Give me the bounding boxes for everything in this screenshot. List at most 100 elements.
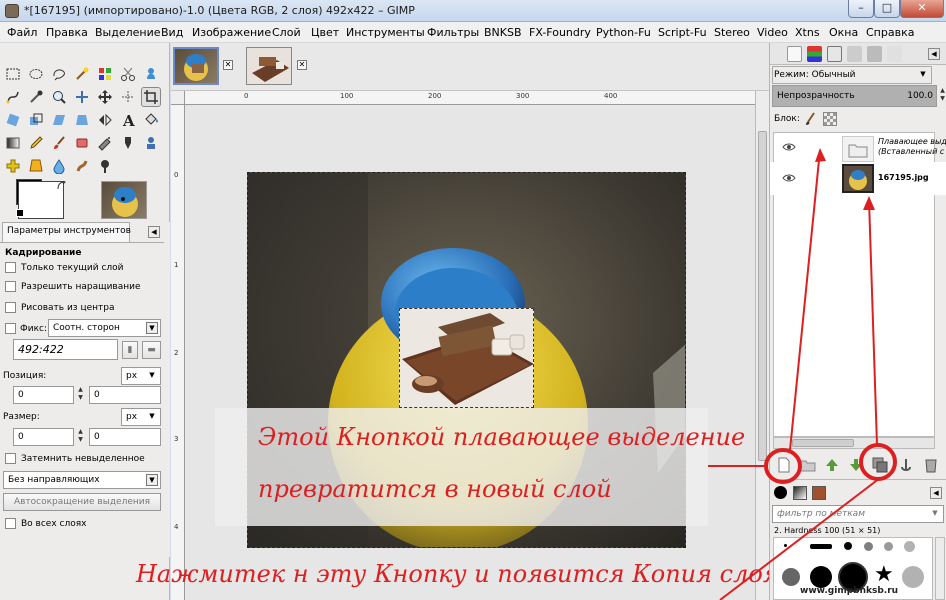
trash-icon[interactable] [923, 457, 939, 473]
position-unit-select[interactable]: px ▼ [121, 367, 161, 385]
color-picker-icon[interactable] [26, 87, 46, 107]
swap-colors-icon[interactable] [57, 180, 67, 191]
menu-fx-foundry[interactable]: FX-Foundry [529, 26, 591, 39]
auto-shrink-button[interactable]: Автосокращение выделения [3, 493, 161, 511]
raise-layer-icon[interactable] [824, 457, 840, 473]
brush-item[interactable] [864, 542, 873, 551]
select-by-color-icon[interactable] [95, 64, 115, 84]
free-select-icon[interactable] [49, 64, 69, 84]
image-tab-167195[interactable] [173, 47, 219, 85]
perspective-clone-icon[interactable] [26, 156, 46, 176]
brush-tag-filter[interactable]: фильтр по меткам ▼ [772, 505, 944, 523]
menu-python-fu[interactable]: Python-Fu [596, 26, 651, 39]
draw-from-center-checkbox[interactable] [5, 302, 16, 313]
active-image-preview[interactable] [101, 181, 147, 219]
blend-icon[interactable] [3, 133, 23, 153]
eye-icon[interactable] [782, 174, 796, 182]
size-height-input[interactable]: 0 [89, 428, 161, 446]
menu-help[interactable]: Справка [866, 26, 914, 39]
brush-item[interactable] [904, 541, 915, 552]
align-icon[interactable] [118, 87, 138, 107]
opacity-stepper[interactable]: ▲ ▼ [938, 87, 946, 105]
close-button[interactable]: ✕ [900, 0, 944, 18]
size-width-stepper[interactable]: ▲ ▼ [76, 428, 85, 446]
menu-layer[interactable]: Слой [272, 26, 301, 39]
dock-menu-icon[interactable]: ◀ [928, 48, 940, 60]
only-current-layer-checkbox[interactable] [5, 262, 16, 273]
vertical-scrollbar[interactable] [755, 91, 769, 600]
brushes-tab-icon[interactable] [774, 486, 787, 499]
lock-pixels-icon[interactable] [804, 112, 818, 126]
menu-tools[interactable]: Инструменты [346, 26, 425, 39]
brush-scrollbar[interactable] [935, 537, 945, 600]
menu-filters[interactable]: Фильтры [427, 26, 479, 39]
eraser-icon[interactable] [72, 133, 92, 153]
fuzzy-select-icon[interactable] [72, 64, 92, 84]
quick-mask-corner[interactable] [171, 91, 185, 105]
new-layer-group-icon[interactable] [800, 457, 816, 473]
minimize-button[interactable]: – [848, 0, 874, 18]
menu-colors[interactable]: Цвет [311, 26, 339, 39]
layers-tab-icon[interactable] [787, 46, 802, 62]
menu-select[interactable]: Выделение [95, 26, 161, 39]
brush-item[interactable] [844, 542, 852, 550]
blur-icon[interactable] [49, 156, 69, 176]
close-tab-icon[interactable]: ✕ [223, 60, 233, 70]
move-icon[interactable] [95, 87, 115, 107]
menu-file[interactable]: Файл [7, 26, 37, 39]
image-tab-bread[interactable] [246, 47, 292, 85]
clone-icon[interactable] [141, 133, 161, 153]
menu-edit[interactable]: Правка [46, 26, 88, 39]
fixed-mode-select[interactable]: Соотн. сторон ▼ [48, 319, 161, 337]
patterns-tab-icon[interactable] [812, 486, 826, 500]
scrollbar-thumb[interactable] [758, 131, 767, 461]
pencil-icon[interactable] [26, 133, 46, 153]
menu-script-fu[interactable]: Script-Fu [658, 26, 707, 39]
aspect-ratio-input[interactable]: 492:422 [13, 339, 118, 360]
paths-tab-icon[interactable] [827, 46, 842, 62]
size-unit-select[interactable]: px ▼ [121, 408, 161, 426]
duplicate-layer-icon[interactable] [872, 457, 888, 473]
all-layers-checkbox[interactable] [5, 518, 16, 529]
eye-icon[interactable] [782, 143, 796, 151]
lower-layer-icon[interactable] [848, 457, 864, 473]
guides-select[interactable]: Без направляющих ▼ [3, 471, 161, 489]
floating-selection-bread[interactable] [399, 308, 534, 408]
patterns-tab-icon[interactable] [887, 46, 902, 62]
smudge-icon[interactable] [72, 156, 92, 176]
darken-unselected-checkbox[interactable] [5, 453, 16, 464]
anchor-icon[interactable] [898, 457, 914, 473]
brush-item[interactable] [810, 566, 832, 588]
flip-icon[interactable] [95, 110, 115, 130]
menu-video[interactable]: Video [757, 26, 788, 39]
new-layer-icon[interactable] [776, 457, 792, 473]
channels-tab-icon[interactable] [807, 46, 822, 62]
menu-image[interactable]: Изображение [192, 26, 271, 39]
lock-alpha-icon[interactable] [823, 112, 837, 126]
star-brush-icon[interactable]: ★ [874, 564, 894, 586]
brush-item[interactable] [810, 544, 832, 549]
measure-icon[interactable] [72, 87, 92, 107]
undo-tab-icon[interactable] [847, 46, 862, 62]
size-width-input[interactable]: 0 [13, 428, 74, 446]
landscape-orientation-button[interactable]: ▬ [142, 341, 161, 359]
gradients-tab-icon[interactable] [793, 486, 807, 500]
crop-icon[interactable] [141, 87, 161, 107]
layers-hscrollbar[interactable] [773, 437, 935, 449]
heal-icon[interactable] [3, 156, 23, 176]
rotate-icon[interactable] [3, 110, 23, 130]
brush-item[interactable] [884, 542, 893, 551]
layer-row-167195[interactable]: 167195.jpg [770, 162, 946, 195]
menu-bnksb[interactable]: BNKSB [484, 26, 522, 39]
portrait-orientation-button[interactable]: ▮ [122, 341, 138, 359]
rect-select-icon[interactable] [3, 64, 23, 84]
paintbrush-icon[interactable] [49, 133, 69, 153]
scissors-icon[interactable] [118, 64, 138, 84]
zoom-icon[interactable] [49, 87, 69, 107]
menu-xtns[interactable]: Xtns [795, 26, 820, 39]
menu-stereo[interactable]: Stereo [714, 26, 750, 39]
perspective-icon[interactable] [72, 110, 92, 130]
close-tab-icon[interactable]: ✕ [297, 60, 307, 70]
menu-view[interactable]: Вид [161, 26, 183, 39]
opacity-slider[interactable]: Непрозрачность 100.0 [772, 85, 937, 107]
